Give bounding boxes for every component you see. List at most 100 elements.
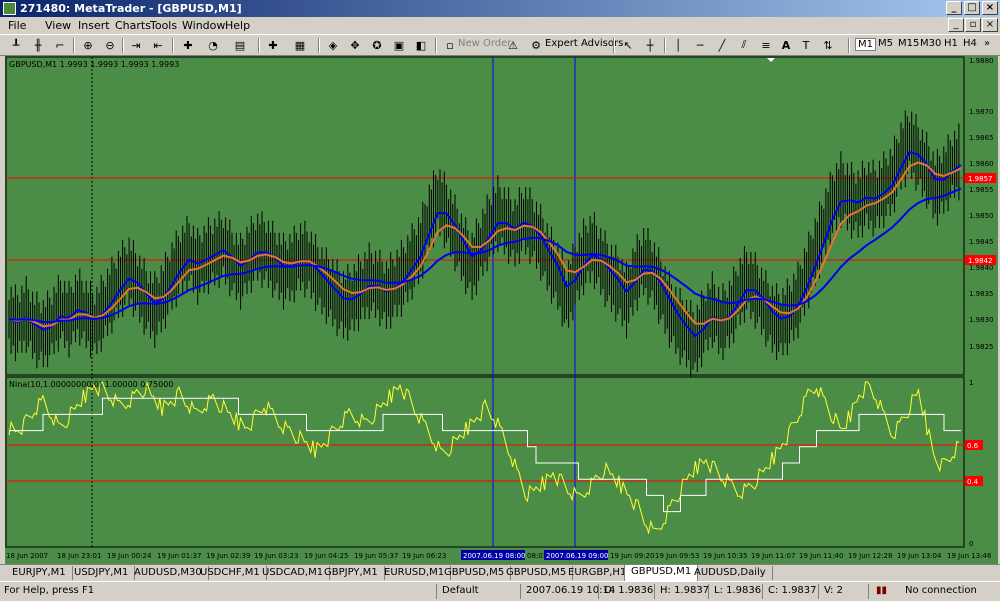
hline-label: 1.9842	[968, 257, 993, 265]
time-label: 19 Jun 03:23	[254, 552, 298, 560]
tab-usdjpy-m1[interactable]: USDJPY,M1	[68, 566, 136, 580]
terminal-icon[interactable]: ▣	[391, 37, 407, 53]
hline-label: 1.9857	[968, 175, 993, 183]
status-time: 2007.06.19 10:14	[526, 585, 616, 596]
market-watch-icon[interactable]: ◈	[325, 37, 341, 53]
menu-charts[interactable]: Charts	[115, 19, 151, 32]
mdi-minimize-button[interactable]: _	[948, 18, 964, 32]
price-tick: 1.9870	[969, 108, 994, 116]
main-pane-label: GBPUSD,M1 1.9993 1.9993 1.9993 1.9993	[9, 60, 179, 69]
status-bar: For Help, press F1 Default 2007.06.19 10…	[0, 581, 1000, 601]
cursor-icon[interactable]: ↖	[620, 37, 636, 53]
timeframe-h1[interactable]: H1	[944, 38, 958, 49]
zoom-out-icon[interactable]: ⊖	[102, 37, 118, 53]
maximize-button[interactable]: □	[964, 1, 980, 15]
menu-view[interactable]: View	[45, 19, 71, 32]
time-label: 19 Jun 02:39	[206, 552, 250, 560]
tab-eurgbp-h1[interactable]: EURGBP,H1	[562, 566, 634, 580]
candle-chart-icon[interactable]: ╫	[30, 37, 46, 53]
horizontal-line-icon[interactable]: ─	[692, 37, 708, 53]
status-high: H: 1.9837	[660, 585, 710, 596]
indicators-icon[interactable]: ✚	[180, 37, 196, 53]
time-label: 19 Jun 01:37	[157, 552, 201, 560]
toolbar-overflow-icon[interactable]: »	[984, 38, 990, 49]
time-label: 19 Jun 13:46	[947, 552, 992, 560]
price-tick: 1.9845	[969, 238, 994, 246]
favorites-icon[interactable]: ✪	[369, 37, 385, 53]
menu-window[interactable]: Window	[182, 19, 225, 32]
minimize-button[interactable]: _	[946, 1, 962, 15]
menu-tools[interactable]: Tools	[150, 19, 177, 32]
price-tick: 1.9830	[969, 316, 994, 324]
channel-icon[interactable]: ⫽	[736, 37, 752, 53]
time-label: 18 Jun 23:01	[57, 552, 101, 560]
status-volume: V: 2	[824, 585, 843, 596]
status-close: C: 1.9837	[768, 585, 817, 596]
new-order-icon: ▫	[446, 38, 454, 52]
window-controls: _ □ ×	[946, 1, 998, 15]
new-order-button[interactable]: New Order	[458, 38, 511, 49]
time-label: 19 Jun 11:40	[799, 552, 843, 560]
price-axis: 1.9880 1.9870 1.9865 1.9860 1.9855 1.985…	[969, 57, 994, 351]
line-chart-icon[interactable]: ⌐	[52, 37, 68, 53]
timeframe-h4[interactable]: H4	[963, 38, 977, 49]
close-button[interactable]: ×	[982, 1, 998, 15]
time-label: 19 Jun 09:53	[655, 552, 699, 560]
menu-bar: File View Insert Charts Tools Window Hel…	[0, 17, 1000, 34]
chart-window[interactable]: GBPUSD,M1 1.9993 1.9993 1.9993 1.9993 Ni…	[5, 56, 998, 564]
status-connection: No connection	[905, 585, 977, 596]
ind-tick: 0	[969, 540, 973, 548]
trend-line-icon[interactable]: ╱	[714, 37, 730, 53]
time-label: 19 Jun 11:07	[751, 552, 795, 560]
menu-insert[interactable]: Insert	[78, 19, 110, 32]
price-tick: 1.9865	[969, 134, 994, 142]
navigator-icon[interactable]: ✥	[347, 37, 363, 53]
zoom-in-icon[interactable]: ⊕	[80, 37, 96, 53]
tab-audusd-daily[interactable]: AUDUSD,Daily	[688, 566, 773, 580]
tab-eurjpy-m1[interactable]: EURJPY,M1	[6, 566, 73, 580]
time-label: 19 Jun 09:20	[610, 552, 654, 560]
mdi-controls: _ ▫ ×	[948, 18, 998, 32]
price-tick: 1.9855	[969, 186, 994, 194]
templates-icon[interactable]: ▤	[232, 37, 248, 53]
text-tool[interactable]: A	[778, 37, 794, 53]
menu-file[interactable]: File	[8, 19, 26, 32]
chart-shift-marker[interactable]	[767, 58, 775, 62]
cursor-time-label: 2007.06.19 08:00	[463, 552, 525, 560]
price-tick: 1.9860	[969, 160, 994, 168]
fibonacci-icon[interactable]: ≡	[758, 37, 774, 53]
chart-canvas[interactable]: GBPUSD,M1 1.9993 1.9993 1.9993 1.9993 Ni…	[5, 56, 998, 564]
mdi-close-button[interactable]: ×	[982, 18, 998, 32]
new-chart-icon[interactable]: ✚	[265, 37, 281, 53]
menu-help[interactable]: Help	[225, 19, 250, 32]
time-label: 19 Jun 04:25	[304, 552, 348, 560]
cursor-time-label: 2007.06.19 09:00	[546, 552, 608, 560]
timeframe-m5[interactable]: M5	[878, 38, 893, 49]
expert-advisors-button[interactable]: Expert Advisors	[545, 38, 623, 49]
window-title: 271480: MetaTrader - [GBPUSD,M1]	[20, 2, 242, 15]
mdi-restore-button[interactable]: ▫	[965, 18, 981, 32]
bar-chart-icon[interactable]: ┸	[8, 37, 24, 53]
time-label: 19 Jun 13:04	[897, 552, 942, 560]
periods-icon[interactable]: ◔	[205, 37, 221, 53]
chart-shift-icon[interactable]: ⇤	[150, 37, 166, 53]
timeframe-m15[interactable]: M15	[898, 38, 919, 49]
price-tick: 1.9850	[969, 212, 994, 220]
profiles-icon[interactable]: ▦	[292, 37, 308, 53]
status-open: O: 1.9836	[604, 585, 654, 596]
tab-gbpjpy-m1[interactable]: GBPJPY,M1	[318, 566, 385, 580]
status-help: For Help, press F1	[4, 585, 95, 596]
connection-icon: ▮▮	[876, 585, 888, 596]
app-icon	[3, 2, 16, 15]
status-profile: Default	[442, 585, 479, 596]
tester-icon[interactable]: ◧	[413, 37, 429, 53]
label-icon[interactable]: T	[798, 37, 814, 53]
time-label: 18 Jun 2007	[6, 552, 48, 560]
timeframe-m30[interactable]: M30	[920, 38, 941, 49]
auto-scroll-icon[interactable]: ⇥	[128, 37, 144, 53]
timeframe-m1[interactable]: M1	[855, 38, 876, 51]
orange-ma-line	[8, 161, 962, 328]
arrows-icon[interactable]: ⇅	[820, 37, 836, 53]
vertical-line-icon[interactable]: │	[670, 37, 686, 53]
crosshair-icon[interactable]: ┼	[642, 37, 658, 53]
